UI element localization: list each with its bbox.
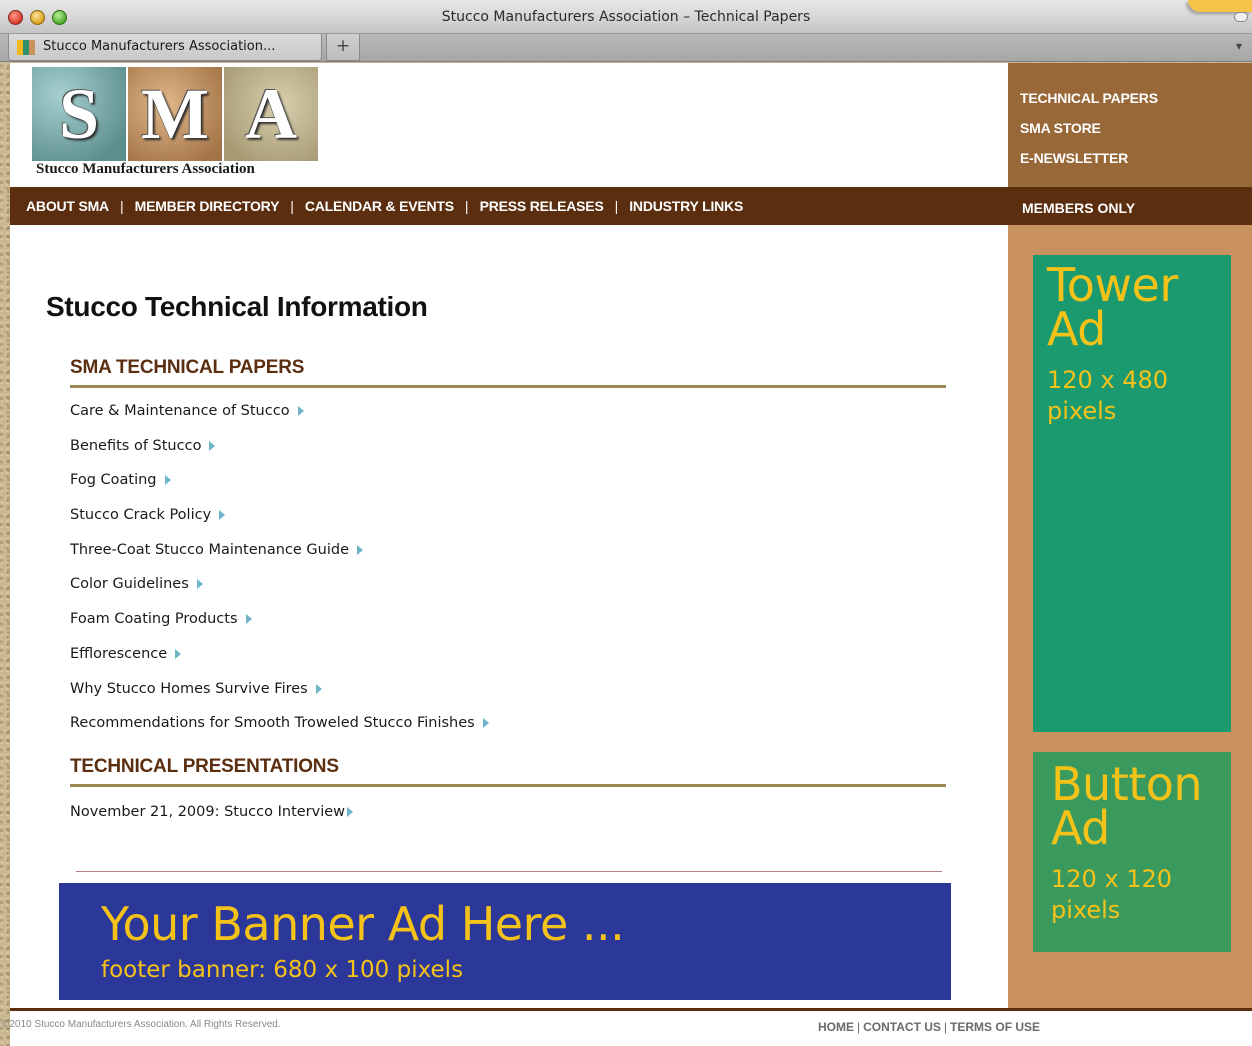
presentation-item[interactable]: November 21, 2009: Stucco Interview — [70, 804, 354, 820]
arrow-right-icon — [297, 406, 304, 416]
nav-calendar-events[interactable]: CALENDAR & EVENTS — [305, 198, 454, 214]
tab-bar: Stucco Manufacturers Association... + ▾ — [0, 34, 1252, 62]
paper-link[interactable]: Stucco Crack Policy — [70, 507, 211, 523]
footer-link-home[interactable]: HOME — [818, 1020, 854, 1034]
side-nav-e-newsletter[interactable]: E-NEWSLETTER — [1020, 150, 1128, 166]
footer-banner-ad[interactable]: Your Banner Ad Here ... footer banner: 6… — [59, 883, 951, 1000]
list-item[interactable]: Efflorescence — [70, 646, 489, 681]
toolbar-toggle-button[interactable] — [1234, 12, 1248, 22]
footer-links: HOME | CONTACT US | TERMS OF USE — [818, 1020, 1040, 1034]
arrow-right-icon — [357, 544, 364, 555]
list-item[interactable]: Recommendations for Smooth Troweled Stuc… — [70, 715, 489, 750]
browser-tab[interactable]: Stucco Manufacturers Association... — [8, 34, 322, 61]
arrow-right-icon — [315, 683, 322, 694]
presentation-link[interactable]: November 21, 2009: Stucco Interview — [70, 804, 345, 820]
side-nav: TECHNICAL PAPERS SMA STORE E-NEWSLETTER — [1008, 63, 1252, 187]
tower-ad-unit: pixels — [1047, 397, 1117, 425]
list-item[interactable]: Fog Coating — [70, 472, 489, 507]
nav-separator: | — [614, 198, 619, 214]
tab-overflow-icon[interactable]: ▾ — [1232, 39, 1246, 55]
logo-letter-a: A — [224, 67, 318, 161]
tower-ad-title-2: Ad — [1047, 302, 1106, 356]
button-ad-title-2: Ad — [1051, 801, 1110, 855]
technical-papers-list: Care & Maintenance of Stucco Benefits of… — [70, 403, 489, 750]
paper-link[interactable]: Care & Maintenance of Stucco — [70, 403, 290, 419]
section-heading-presentations: TECHNICAL PRESENTATIONS — [70, 756, 946, 787]
nav-separator: | — [290, 198, 294, 214]
content-divider — [76, 871, 942, 872]
nav-member-directory[interactable]: MEMBER DIRECTORY — [135, 198, 280, 214]
list-item[interactable]: Foam Coating Products — [70, 611, 489, 646]
ad-sidebar: Tower Ad 120 x 480 pixels Button Ad 120 … — [1008, 225, 1252, 1008]
arrow-right-icon — [196, 579, 203, 590]
logo-caption: Stucco Manufacturers Association — [36, 161, 255, 177]
nav-separator: | — [464, 198, 469, 214]
logo-letter-s: S — [32, 67, 126, 161]
button-ad[interactable]: Button Ad 120 x 120 pixels — [1033, 752, 1231, 952]
members-only-link[interactable]: MEMBERS ONLY — [1008, 187, 1252, 225]
arrow-right-icon — [175, 648, 182, 659]
button-ad-title: Button — [1051, 757, 1203, 811]
list-item[interactable]: Benefits of Stucco — [70, 438, 489, 473]
logo-letter-m: M — [128, 67, 222, 161]
section-heading-papers: SMA TECHNICAL PAPERS — [70, 357, 946, 388]
footer-link-terms-of-use[interactable]: TERMS OF USE — [950, 1020, 1040, 1034]
window-titlebar: Stucco Manufacturers Association – Techn… — [0, 0, 1252, 34]
footer-separator: | — [943, 1020, 948, 1034]
nav-separator: | — [119, 198, 124, 214]
corner-badge-icon — [1188, 0, 1252, 12]
arrow-right-icon — [245, 614, 252, 625]
paper-link[interactable]: Fog Coating — [70, 472, 157, 488]
new-tab-button[interactable]: + — [326, 34, 360, 61]
page-viewport: S M A Stucco Manufacturers Association T… — [2, 63, 1252, 1046]
arrow-right-icon — [209, 440, 216, 451]
footer-separator: | — [857, 1020, 861, 1034]
browser-tab-label: Stucco Manufacturers Association... — [43, 39, 276, 54]
favicon-icon — [17, 40, 35, 55]
button-ad-size: 120 x 120 — [1051, 865, 1173, 893]
paper-link[interactable]: Why Stucco Homes Survive Fires — [70, 681, 308, 697]
nav-about-sma[interactable]: ABOUT SMA — [26, 198, 109, 214]
side-nav-technical-papers[interactable]: TECHNICAL PAPERS — [1020, 90, 1158, 106]
arrow-right-icon — [164, 475, 171, 486]
tower-ad[interactable]: Tower Ad 120 x 480 pixels — [1033, 255, 1231, 732]
paper-link[interactable]: Recommendations for Smooth Troweled Stuc… — [70, 715, 475, 731]
nav-industry-links[interactable]: INDUSTRY LINKS — [629, 198, 743, 214]
copyright-text: ©2010 Stucco Manufacturers Association. … — [2, 1019, 281, 1030]
paper-link[interactable]: Efflorescence — [70, 646, 167, 662]
banner-ad-headline: Your Banner Ad Here ... — [101, 897, 625, 951]
sma-logo[interactable]: S M A Stucco Manufacturers Association — [32, 67, 318, 179]
tower-ad-title: Tower — [1047, 258, 1178, 312]
paper-link[interactable]: Three-Coat Stucco Maintenance Guide — [70, 542, 349, 558]
footer-link-contact-us[interactable]: CONTACT US — [863, 1020, 941, 1034]
arrow-right-icon — [219, 510, 226, 521]
arrow-right-icon — [482, 718, 489, 729]
nav-press-releases[interactable]: PRESS RELEASES — [480, 198, 604, 214]
page-title: Stucco Technical Information — [46, 291, 428, 322]
paper-link[interactable]: Benefits of Stucco — [70, 438, 201, 454]
list-item[interactable]: Care & Maintenance of Stucco — [70, 403, 489, 438]
list-item[interactable]: Three-Coat Stucco Maintenance Guide — [70, 542, 489, 577]
list-item[interactable]: Color Guidelines — [70, 576, 489, 611]
page-footer: ©2010 Stucco Manufacturers Association. … — [2, 1011, 1252, 1046]
header: S M A Stucco Manufacturers Association — [10, 63, 1008, 187]
button-ad-unit: pixels — [1051, 896, 1121, 924]
banner-ad-subline: footer banner: 680 x 100 pixels — [101, 957, 464, 983]
tower-ad-size: 120 x 480 — [1047, 366, 1169, 394]
paper-link[interactable]: Color Guidelines — [70, 576, 189, 592]
window-title: Stucco Manufacturers Association – Techn… — [441, 9, 811, 25]
main-nav: ABOUT SMA | MEMBER DIRECTORY | CALENDAR … — [10, 187, 1008, 225]
paper-link[interactable]: Foam Coating Products — [70, 611, 238, 627]
list-item[interactable]: Why Stucco Homes Survive Fires — [70, 681, 489, 716]
arrow-right-icon — [347, 807, 354, 817]
list-item[interactable]: Stucco Crack Policy — [70, 507, 489, 542]
side-nav-sma-store[interactable]: SMA STORE — [1020, 120, 1101, 136]
